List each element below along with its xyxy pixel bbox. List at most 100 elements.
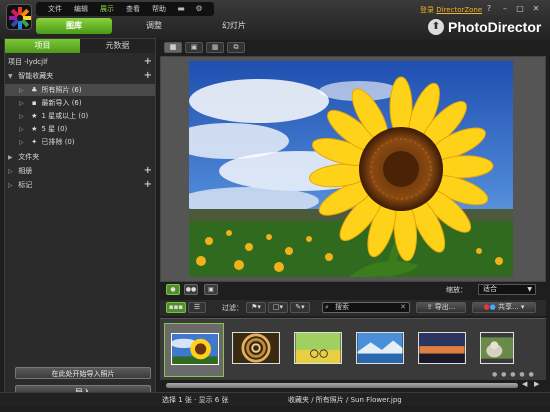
zoom-value: 适合 — [483, 285, 497, 293]
thumbnail-spiral-staircase[interactable] — [226, 323, 286, 377]
export-button[interactable]: ⇪ 导出... — [416, 302, 466, 313]
mode-tabs: 图库 调整 幻灯片 — [36, 18, 272, 34]
thumbnail-image — [232, 332, 280, 364]
close-button[interactable]: ✕ — [530, 3, 542, 15]
directorzone-link[interactable]: DirectorZone — [436, 6, 482, 14]
smart-collections-row[interactable]: ▼ 智能收藏夹 + — [5, 70, 155, 82]
flag-filter-icon[interactable]: ⚑▾ — [246, 302, 266, 313]
chevron-down-icon: ▾ — [520, 303, 525, 311]
expand-arrow-icon[interactable]: ▷ — [8, 166, 16, 178]
albums-row[interactable]: ▷ 相册 + — [5, 165, 155, 177]
expand-arrow-icon[interactable]: ▷ — [8, 180, 16, 192]
minimize-button[interactable]: – — [499, 3, 511, 15]
path-status: 收藏夹 / 所有照片 / Sun Flower.jpg — [288, 396, 402, 404]
add-smart-collection-icon[interactable]: + — [144, 70, 152, 82]
zoom-select[interactable]: 适合 ▼ — [478, 284, 536, 295]
folders-label: 文件夹 — [18, 153, 40, 161]
collection-excluded[interactable]: ▷ ✦ 已排除 (0) — [5, 136, 155, 148]
search-input[interactable]: ⌕ 搜索 ✕ — [322, 302, 410, 313]
menu-view[interactable]: 查看 — [120, 2, 146, 16]
add-tag-icon[interactable]: + — [144, 179, 152, 191]
thumbnail-lake-mountains[interactable] — [350, 323, 410, 377]
scroll-left-icon[interactable]: ◀ — [522, 380, 527, 388]
add-project-icon[interactable]: + — [144, 56, 152, 68]
menu-file[interactable]: 文件 — [42, 2, 68, 16]
tab-adjust[interactable]: 调整 — [116, 18, 192, 34]
thumbnail-image — [418, 332, 466, 364]
tab-metadata[interactable]: 元数据 — [80, 39, 155, 53]
filmstrip: ● ● ● ● ● — [160, 318, 546, 380]
tags-label: 标记 — [18, 181, 33, 189]
tab-project[interactable]: 项目 — [5, 39, 80, 53]
thumbnail-field-bicycle[interactable] — [288, 323, 348, 377]
search-placeholder: 搜索 — [335, 303, 349, 311]
collapse-arrow-icon: ▷ — [19, 113, 24, 120]
list-view-icon[interactable]: ☰ — [188, 302, 206, 313]
project-row[interactable]: 项目 -lydcjlf + — [5, 56, 155, 68]
collapse-arrow-icon: ▷ — [19, 100, 24, 107]
view-grid-icon[interactable]: ▦ — [206, 41, 224, 53]
color-label-filter-icon[interactable]: □▾ — [268, 302, 288, 313]
upload-icon[interactable]: ⬆ — [428, 19, 444, 35]
collapse-arrow-icon: ▷ — [19, 87, 24, 94]
tab-slideshow[interactable]: 幻灯片 — [196, 18, 272, 34]
brand: ⬆ PhotoDirector — [428, 19, 541, 35]
collection-five-star[interactable]: ▷ ★ 5 星 (0) — [5, 123, 155, 135]
folders-row[interactable]: ▶ 文件夹 — [5, 151, 155, 163]
minimize-icon[interactable]: ▬ — [172, 2, 190, 16]
tags-row[interactable]: ▷ 标记 + — [5, 179, 155, 191]
login-area: 登录 DirectorZone — [420, 5, 482, 15]
share-button[interactable]: ●● 共享... ▾ — [472, 302, 536, 313]
photo-viewer — [160, 56, 546, 282]
tab-library[interactable]: 图库 — [36, 18, 112, 34]
left-panel: 项目 元数据 项目 -lydcjlf + ▼ 智能收藏夹 + ▷ ♣ 所有照片 … — [4, 38, 156, 404]
thumbnail-image — [480, 332, 514, 364]
collection-recent-import[interactable]: ▷ ▪ 最新导入 (6) — [5, 97, 155, 109]
menu-show[interactable]: 展示 — [94, 2, 120, 16]
scroll-track[interactable] — [166, 383, 518, 388]
filmstrip-scrollbar[interactable]: ◀ ▶ — [160, 380, 546, 390]
menu-bar: 文件 编辑 展示 查看 帮助 ▬ ⚙ — [36, 2, 214, 16]
login-link[interactable]: 登录 — [420, 6, 434, 14]
menu-help[interactable]: 帮助 — [146, 2, 172, 16]
filmstrip-view-icon[interactable]: ▪▪▪ — [166, 302, 186, 313]
brush-filter-icon[interactable]: ✎▾ — [290, 302, 310, 313]
import-hint[interactable]: 在此处开始导入照片 — [15, 367, 151, 379]
star-icon: ★ — [31, 112, 38, 120]
collection-all-photos[interactable]: ▷ ♣ 所有照片 (6) — [5, 84, 155, 96]
chevron-down-icon: ▼ — [527, 286, 532, 293]
expand-arrow-icon[interactable]: ▼ — [8, 71, 16, 83]
clear-search-icon[interactable]: ✕ — [400, 303, 406, 312]
view-compare-icon[interactable]: ⧉ — [227, 41, 245, 53]
export-label: 导出... — [434, 303, 456, 311]
single-person-icon[interactable]: ● — [166, 284, 180, 295]
view-browse-icon[interactable]: ▦ — [164, 41, 182, 53]
status-bar: 选择 1 张 · 显示 6 张 收藏夹 / 所有照片 / Sun Flower.… — [0, 392, 550, 406]
add-album-icon[interactable]: + — [144, 165, 152, 177]
selection-status: 选择 1 张 · 显示 6 张 — [162, 396, 229, 404]
sunflower-photo[interactable] — [189, 61, 513, 277]
project-label: 项目 -lydcjlf — [8, 58, 48, 66]
collapse-arrow-icon: ▷ — [19, 126, 24, 133]
collapse-arrow-icon: ▷ — [19, 139, 24, 146]
collection-one-star[interactable]: ▷ ★ 1 星或以上 (0) — [5, 110, 155, 122]
scroll-right-icon[interactable]: ▶ — [534, 380, 539, 388]
person-frame-icon[interactable]: ▣ — [204, 284, 218, 295]
menu-edit[interactable]: 编辑 — [68, 2, 94, 16]
maximize-button[interactable]: □ — [514, 3, 526, 15]
thumbnail-cat[interactable] — [474, 323, 514, 377]
help-button[interactable]: ? — [483, 3, 495, 15]
scroll-thumb[interactable] — [166, 383, 518, 388]
gear-icon[interactable]: ⚙ — [190, 2, 208, 16]
view-mode-toolbar: ▦ ▣ ▦ ⧉ — [160, 40, 546, 54]
rating-dots: ● ● ● ● ● — [492, 371, 535, 378]
two-person-icon[interactable]: ●● — [184, 284, 198, 295]
collection-label: 已排除 (0) — [41, 138, 75, 146]
photos-icon: ♣ — [31, 86, 38, 94]
thumbnail-sunset-sky[interactable] — [412, 323, 472, 377]
thumbnail-sunflower[interactable] — [164, 323, 224, 377]
view-single-icon[interactable]: ▣ — [185, 41, 203, 53]
smart-collections-label: 智能收藏夹 — [18, 72, 54, 80]
search-icon: ⌕ — [325, 303, 329, 311]
expand-arrow-icon[interactable]: ▶ — [8, 152, 16, 164]
